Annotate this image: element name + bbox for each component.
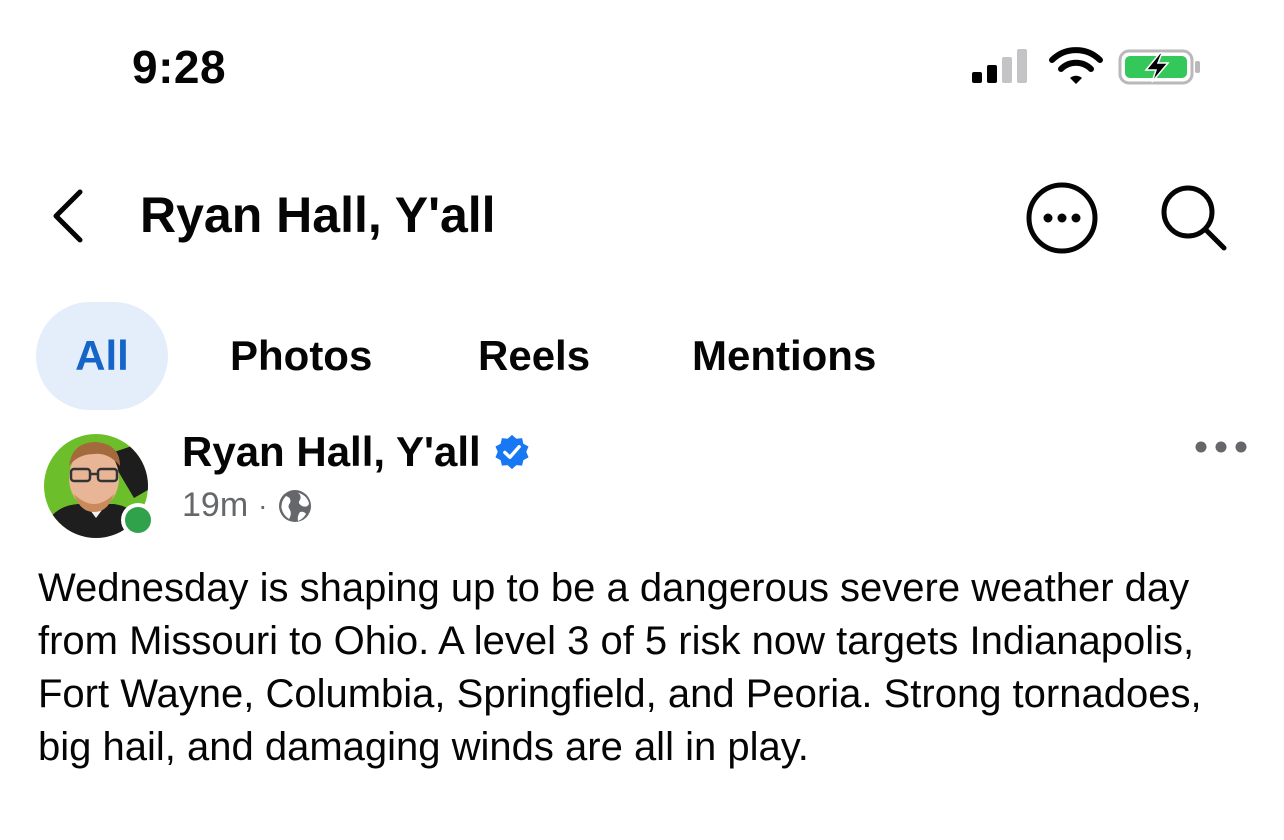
battery-charging-icon	[1118, 49, 1200, 85]
post-text: Wednesday is shaping up to be a dangerou…	[38, 566, 1202, 769]
status-time: 9:28	[132, 41, 227, 93]
globe-icon	[279, 489, 312, 522]
tab-reels[interactable]: Reels	[478, 302, 590, 410]
tab-all[interactable]: All	[36, 302, 168, 410]
tab-photos[interactable]: Photos	[230, 302, 372, 410]
tab-mentions[interactable]: Mentions	[692, 302, 876, 410]
filter-tabs: All Photos Reels Mentions	[36, 302, 876, 410]
post-timestamp[interactable]: 19m	[182, 486, 248, 525]
post-meta: 19m ·	[182, 486, 313, 525]
post-more-button[interactable]	[1194, 432, 1248, 462]
avatar[interactable]	[38, 434, 158, 540]
verified-badge-icon	[495, 434, 529, 470]
more-options-button[interactable]	[1024, 180, 1100, 256]
ellipsis-icon	[1195, 441, 1247, 453]
post-author-row: Ryan Hall, Y'all	[182, 428, 531, 476]
page-title: Ryan Hall, Y'all	[140, 187, 496, 243]
search-button[interactable]	[1156, 180, 1232, 256]
cellular-signal-icon	[972, 49, 1027, 83]
online-status-dot	[121, 503, 155, 537]
search-icon	[1161, 185, 1227, 251]
more-circle-icon	[1026, 182, 1098, 254]
chevron-left-icon	[53, 189, 83, 243]
post-author-name[interactable]: Ryan Hall, Y'all	[182, 428, 481, 476]
meta-separator: ·	[258, 489, 268, 521]
wifi-icon	[1049, 47, 1103, 84]
back-button[interactable]	[44, 184, 94, 248]
